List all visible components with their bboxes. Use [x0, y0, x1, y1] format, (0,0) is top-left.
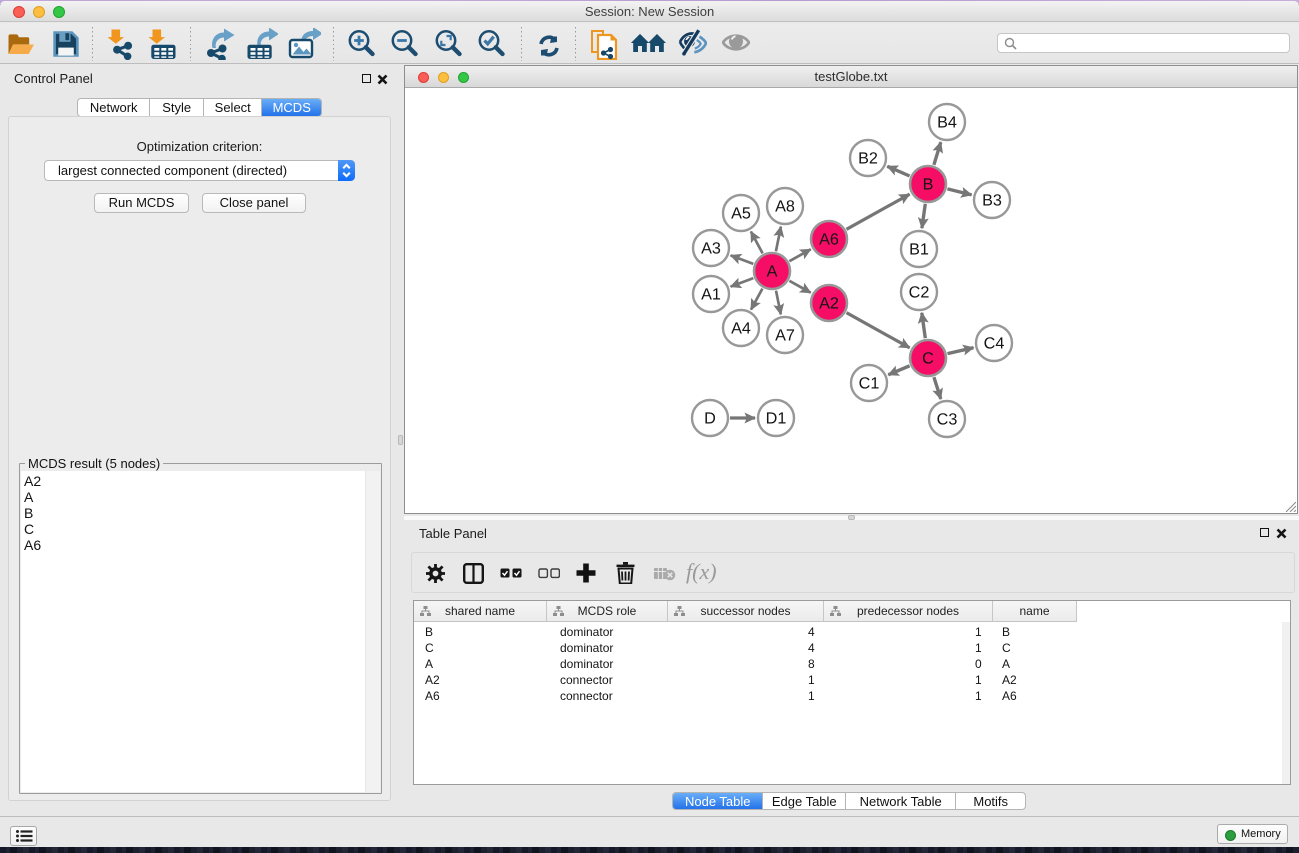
svg-text:C3: C3	[937, 411, 958, 429]
svg-text:A3: A3	[701, 240, 721, 258]
svg-text:A6: A6	[819, 231, 839, 249]
svg-text:C4: C4	[984, 335, 1005, 353]
svg-text:A5: A5	[731, 205, 751, 223]
svg-text:B2: B2	[858, 150, 878, 168]
svg-text:A8: A8	[775, 198, 795, 216]
svg-text:B4: B4	[937, 114, 957, 132]
svg-text:D: D	[704, 410, 716, 428]
svg-text:A1: A1	[701, 286, 721, 304]
svg-text:B: B	[923, 176, 934, 194]
svg-text:C2: C2	[909, 284, 930, 302]
svg-text:C: C	[922, 350, 934, 368]
svg-text:B3: B3	[982, 192, 1002, 210]
svg-text:B1: B1	[909, 241, 929, 259]
svg-text:A4: A4	[731, 320, 751, 338]
svg-text:C1: C1	[859, 375, 880, 393]
svg-text:D1: D1	[766, 410, 787, 428]
svg-text:A7: A7	[775, 327, 795, 345]
svg-text:A2: A2	[819, 295, 839, 313]
svg-text:A: A	[767, 263, 778, 281]
